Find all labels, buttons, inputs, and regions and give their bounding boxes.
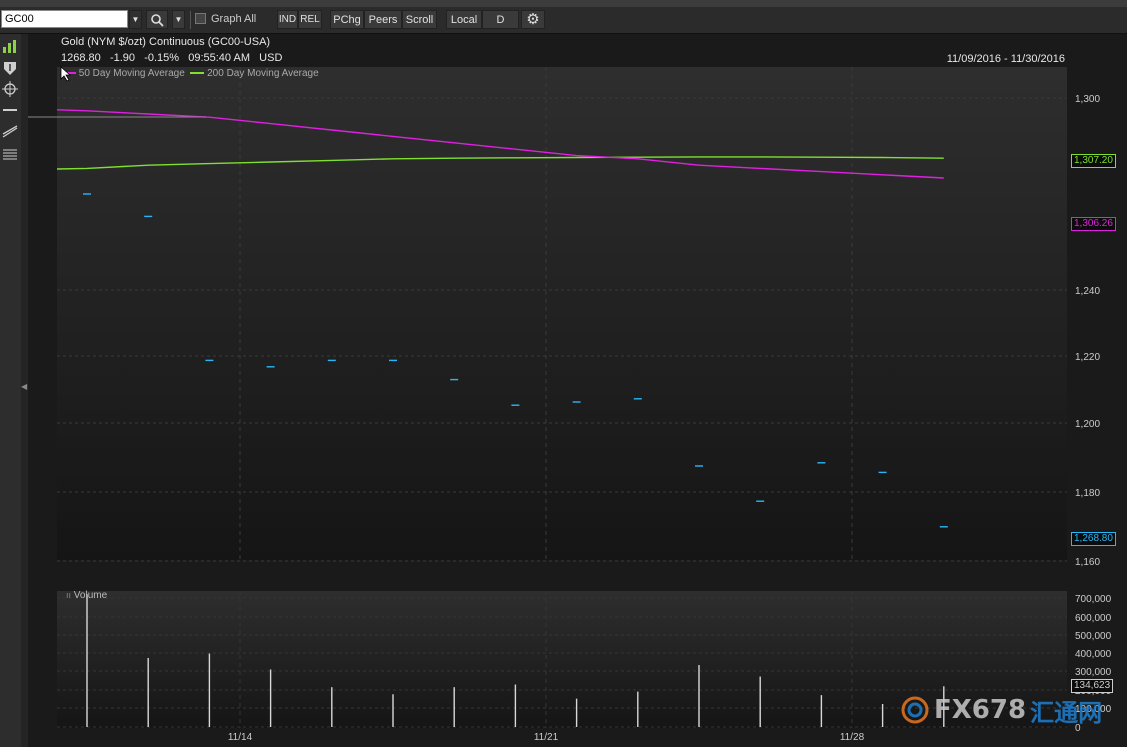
price-axis-label: 1,180 (1075, 488, 1100, 499)
chart-canvas[interactable]: 1,300 1,240 1,220 1,200 1,180 1,160 700,000 600… (28, 34, 1127, 747)
local-button[interactable]: Local (446, 10, 482, 29)
ma50-legend-label[interactable]: 50 Day Moving Average (79, 68, 185, 79)
percent-change: -0.15% (144, 52, 180, 64)
ind-button[interactable]: IND (277, 10, 298, 29)
watermark-logo: FX678 汇通网 (900, 692, 1102, 728)
trendline-button[interactable] (0, 122, 20, 142)
fx678-logo-icon (901, 696, 929, 724)
gear-icon: ⚙ (526, 11, 540, 28)
bar-chart-icon (3, 40, 16, 53)
chart-title: Gold (NYM $/ozt) Continuous (GC00-USA) (61, 36, 271, 48)
watermark-text: FX678 (934, 695, 1027, 725)
pchg-button[interactable]: PChg (330, 10, 364, 29)
chart-legend: 50 Day Moving Average 200 Day Moving Ave… (64, 68, 319, 79)
chart-area[interactable]: 1,300 1,240 1,220 1,200 1,180 1,160 700,000 600… (28, 34, 1127, 747)
volume-panel-label: ıı Volume (66, 590, 107, 601)
toolbar-divider (190, 11, 191, 29)
volume-bars-icon: ıı (66, 590, 72, 600)
volume-axis-label: 500,000 (1075, 631, 1112, 642)
price-axis-label: 1,240 (1075, 286, 1100, 297)
left-tool-sidebar (0, 34, 22, 747)
symbol-input[interactable]: GC00 (1, 10, 128, 28)
graph-all-label: Graph All (211, 13, 257, 25)
chevron-down-icon: ▼ (131, 15, 140, 24)
volume-axis-label: 300,000 (1075, 667, 1112, 678)
symbol-dropdown-button[interactable]: ▼ (129, 10, 142, 29)
indicator-button[interactable] (0, 58, 20, 78)
price-axis-label: 1,220 (1075, 352, 1100, 363)
chevron-down-icon: ▼ (174, 15, 183, 24)
volume-title: Volume (73, 590, 108, 601)
ma200-legend-label[interactable]: 200 Day Moving Average (207, 68, 319, 79)
window-titlebar (0, 0, 1127, 7)
date-axis-label: 11/21 (534, 732, 559, 743)
horizontal-line-button[interactable] (0, 100, 20, 120)
search-button[interactable] (146, 10, 168, 29)
search-dropdown-button[interactable]: ▼ (172, 10, 185, 29)
volume-axis-label: 400,000 (1075, 649, 1112, 660)
price-axis-label: 1,300 (1075, 94, 1100, 105)
chart-type-button[interactable] (0, 36, 20, 56)
net-change: -1.90 (109, 52, 136, 64)
price-axis-label: 1,200 (1075, 419, 1100, 430)
search-icon (151, 13, 164, 27)
settings-button[interactable]: ⚙ (521, 10, 545, 29)
last-price-badge: 1,268.80 (1071, 532, 1116, 546)
toolbar: GC00 ▼ ▼ Graph All IND REL PChg Peers Sc… (0, 7, 1127, 34)
chevron-left-icon: ◀ (21, 382, 28, 391)
ma200-legend-swatch (190, 72, 205, 75)
quote-line: 1268.80 -1.90 -0.15% 09:55:40 AM USD (61, 52, 282, 64)
trendline-icon (2, 125, 18, 138)
price-panel-background (57, 67, 1067, 560)
horizontal-line-icon (3, 109, 17, 111)
date-range: 11/09/2016 - 11/30/2016 (946, 53, 1065, 65)
date-axis-label: 11/28 (840, 732, 865, 743)
date-axis-label: 11/14 (228, 732, 253, 743)
period-button[interactable]: D (482, 10, 519, 29)
mouse-cursor-icon (60, 66, 72, 87)
scroll-button[interactable]: Scroll (402, 10, 437, 29)
currency: USD (259, 52, 283, 64)
volume-value-badge: 134,623 (1071, 679, 1114, 693)
fibonacci-button[interactable] (0, 145, 20, 165)
graph-all-checkbox[interactable] (195, 13, 206, 24)
shield-icon (4, 62, 16, 75)
quote-time: 09:55:40 AM (188, 52, 250, 64)
crosshair-icon (2, 81, 18, 97)
ma50-value-badge: 1,306.26 (1071, 217, 1116, 231)
volume-axis-label: 600,000 (1075, 613, 1112, 624)
price-axis-label: 1,160 (1075, 557, 1100, 568)
crosshair-button[interactable] (0, 79, 20, 99)
ma200-value-badge: 1,307.20 (1071, 154, 1116, 168)
volume-axis-label: 700,000 (1075, 594, 1112, 605)
peers-button[interactable]: Peers (364, 10, 402, 29)
rel-button[interactable]: REL (298, 10, 322, 29)
watermark-cn-text: 汇通网 (1030, 698, 1103, 727)
fibonacci-icon (3, 149, 17, 160)
last-price: 1268.80 (61, 52, 101, 64)
